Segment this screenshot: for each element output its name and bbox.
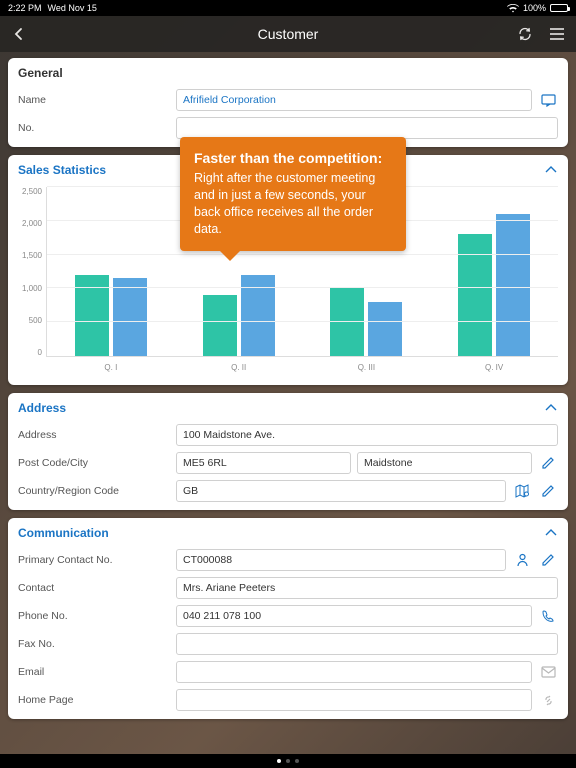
- promo-tooltip: Faster than the competition: Right after…: [180, 137, 406, 251]
- primary-field[interactable]: CT000088: [176, 549, 506, 571]
- battery-percent: 100%: [523, 3, 546, 13]
- edit-icon[interactable]: [538, 481, 558, 501]
- status-bar: 2:22 PM Wed Nov 15 100%: [0, 0, 576, 16]
- wifi-icon: [507, 4, 519, 13]
- edit-icon[interactable]: [538, 550, 558, 570]
- y-tick: 2,000: [22, 219, 42, 228]
- general-card: General Name Afrifield Corporation No.: [8, 58, 568, 147]
- status-time: 2:22 PM: [8, 3, 42, 13]
- bar: [368, 302, 402, 356]
- phone-icon[interactable]: [538, 606, 558, 626]
- contact-label: Contact: [18, 582, 168, 594]
- name-label: Name: [18, 94, 168, 106]
- primary-label: Primary Contact No.: [18, 554, 168, 566]
- comm-title: Communication: [18, 526, 109, 540]
- link-icon[interactable]: [538, 690, 558, 710]
- bar-group: [430, 187, 558, 356]
- name-value: Afrifield Corporation: [183, 94, 276, 106]
- menu-icon[interactable]: [548, 25, 566, 43]
- general-title: General: [18, 66, 63, 80]
- homepage-label: Home Page: [18, 694, 168, 706]
- x-tick: Q. IV: [430, 363, 558, 372]
- page-dot: [295, 759, 299, 763]
- address-card: Address Address 100 Maidstone Ave. Post …: [8, 393, 568, 510]
- city-field[interactable]: Maidstone: [357, 452, 532, 474]
- map-icon[interactable]: [512, 481, 532, 501]
- edit-icon[interactable]: [538, 453, 558, 473]
- status-date: Wed Nov 15: [48, 3, 97, 13]
- phone-field[interactable]: 040 211 078 100: [176, 605, 532, 627]
- communication-card: Communication Primary Contact No. CT0000…: [8, 518, 568, 719]
- collapse-icon[interactable]: [544, 165, 558, 175]
- x-tick: Q. III: [303, 363, 431, 372]
- tooltip-title: Faster than the competition:: [194, 149, 392, 168]
- y-tick: 1,000: [22, 284, 42, 293]
- y-tick: 1,500: [22, 251, 42, 260]
- person-icon[interactable]: [512, 550, 532, 570]
- address-field[interactable]: 100 Maidstone Ave.: [176, 424, 558, 446]
- name-field[interactable]: Afrifield Corporation: [176, 89, 532, 111]
- bar-group: [47, 187, 175, 356]
- contact-field[interactable]: Mrs. Ariane Peeters: [176, 577, 558, 599]
- y-tick: 500: [29, 316, 42, 325]
- sync-icon[interactable]: [516, 25, 534, 43]
- bar: [203, 295, 237, 356]
- address-title: Address: [18, 401, 66, 415]
- nav-bar: Customer: [0, 16, 576, 52]
- x-tick: Q. II: [175, 363, 303, 372]
- battery-icon: [550, 4, 568, 12]
- bar: [330, 288, 364, 356]
- homepage-field[interactable]: [176, 689, 532, 711]
- note-icon[interactable]: [538, 90, 558, 110]
- collapse-icon[interactable]: [544, 528, 558, 538]
- postcity-label: Post Code/City: [18, 457, 168, 469]
- bar: [113, 278, 147, 356]
- page-dot: [277, 759, 281, 763]
- tooltip-body: Right after the customer meeting and in …: [194, 170, 392, 238]
- page-dot: [286, 759, 290, 763]
- bar: [458, 234, 492, 356]
- y-tick: 0: [38, 348, 42, 357]
- back-button[interactable]: [10, 25, 28, 43]
- sales-title: Sales Statistics: [18, 163, 106, 177]
- phone-label: Phone No.: [18, 610, 168, 622]
- postcode-field[interactable]: ME5 6RL: [176, 452, 351, 474]
- address-label: Address: [18, 429, 168, 441]
- page-title: Customer: [258, 26, 319, 42]
- collapse-icon[interactable]: [544, 403, 558, 413]
- country-field[interactable]: GB: [176, 480, 506, 502]
- mail-icon[interactable]: [538, 662, 558, 682]
- country-label: Country/Region Code: [18, 485, 168, 497]
- sales-card: Faster than the competition: Right after…: [8, 155, 568, 385]
- y-tick: 2,500: [22, 187, 42, 196]
- email-label: Email: [18, 666, 168, 678]
- page-indicator: [0, 754, 576, 768]
- fax-label: Fax No.: [18, 638, 168, 650]
- email-field[interactable]: [176, 661, 532, 683]
- fax-field[interactable]: [176, 633, 558, 655]
- bar: [496, 214, 530, 356]
- no-field[interactable]: [176, 117, 558, 139]
- x-tick: Q. I: [47, 363, 175, 372]
- content-scroll[interactable]: General Name Afrifield Corporation No. F…: [0, 52, 576, 754]
- no-label: No.: [18, 122, 168, 134]
